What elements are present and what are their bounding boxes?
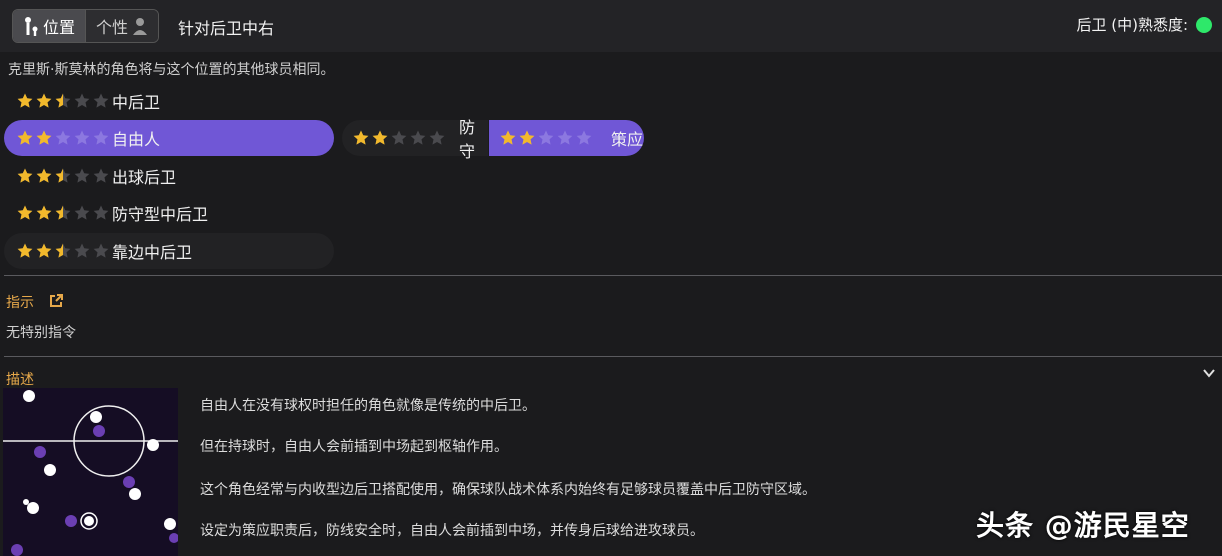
ball-icon [23, 499, 29, 505]
star-empty-icon [74, 130, 90, 145]
divider [4, 275, 1222, 276]
player-dot [129, 488, 141, 500]
tab-personality-label: 个性 [96, 18, 129, 37]
description-title: 描述 [6, 372, 34, 388]
star-empty-icon [429, 130, 445, 145]
star-rating [16, 129, 112, 147]
instructions-title: 指示 [6, 295, 34, 311]
star-filled-icon [17, 205, 33, 220]
role-note: 克里斯·斯莫林的角色将与这个位置的其他球员相同。 [8, 62, 335, 78]
star-empty-icon [93, 243, 109, 258]
star-empty-icon [93, 168, 109, 183]
star-filled-icon [36, 130, 52, 145]
star-rating [16, 92, 112, 110]
divider [4, 356, 1222, 357]
star-filled-icon [353, 130, 369, 145]
position-icon [25, 17, 38, 36]
star-empty-icon [74, 168, 90, 183]
role-item-libero[interactable]: 自由人 [4, 120, 334, 156]
star-empty-icon [74, 205, 90, 220]
player-dot [27, 502, 39, 514]
star-filled-icon [36, 205, 52, 220]
opponent-dot [11, 544, 23, 556]
star-filled-icon [17, 243, 33, 258]
tab-position[interactable]: 位置 [13, 10, 86, 42]
opponent-dot [65, 515, 77, 527]
role-movement-diagram [3, 388, 178, 556]
role-item-wide-centre-back[interactable]: 靠边中后卫 [4, 233, 334, 269]
star-half-icon [55, 243, 71, 258]
star-filled-icon [17, 168, 33, 183]
star-filled-icon [17, 93, 33, 108]
star-empty-icon [55, 130, 71, 145]
star-filled-icon [500, 130, 516, 145]
star-empty-icon [576, 130, 592, 145]
chevron-down-icon[interactable] [1202, 366, 1216, 380]
familiarity-label: 后卫 (中)熟悉度: [1076, 16, 1188, 34]
external-link-icon[interactable] [48, 293, 64, 309]
star-filled-icon [36, 93, 52, 108]
role-item-ball-playing-defender[interactable]: 出球后卫 [4, 158, 334, 194]
instructions-text: 无特别指令 [6, 325, 76, 341]
role-label: 防守型中后卫 [112, 205, 209, 224]
opponent-dot [34, 446, 46, 458]
familiarity-indicator: 后卫 (中)熟悉度: [1076, 14, 1212, 35]
star-half-icon [55, 205, 71, 220]
selected-player-dot [84, 516, 94, 526]
view-tabs: 位置 个性 [12, 9, 160, 43]
player-dot [23, 390, 35, 402]
opponent-dot [123, 476, 135, 488]
star-empty-icon [538, 130, 554, 145]
player-dot [44, 464, 56, 476]
duty-item-defend[interactable]: 防守 [342, 118, 488, 161]
star-filled-icon [17, 130, 33, 145]
star-filled-icon [36, 243, 52, 258]
star-half-icon [55, 168, 71, 183]
role-item-no-nonsense-centre-back[interactable]: 防守型中后卫 [4, 195, 334, 231]
star-filled-icon [519, 130, 535, 145]
star-empty-icon [93, 205, 109, 220]
description-line: 但在持球时，自由人会前插到中场起到枢轴作用。 [200, 439, 508, 455]
star-rating [499, 129, 595, 147]
role-item-central-defender[interactable]: 中后卫 [4, 83, 334, 119]
duty-label: 策应 [611, 130, 644, 149]
familiarity-status-dot [1196, 16, 1212, 33]
star-filled-icon [36, 168, 52, 183]
star-empty-icon [391, 130, 407, 145]
role-label: 靠边中后卫 [112, 243, 193, 262]
description-line: 设定为策应职责后，防线安全时，自由人会前插到中场，并传身后球给进攻球员。 [200, 523, 704, 539]
star-rating [16, 204, 112, 222]
role-label: 出球后卫 [112, 168, 177, 187]
role-label: 自由人 [112, 130, 161, 149]
star-empty-icon [74, 93, 90, 108]
star-empty-icon [93, 93, 109, 108]
opponent-dot [93, 425, 105, 437]
player-dot [164, 518, 176, 530]
star-filled-icon [372, 130, 388, 145]
duty-item-support[interactable]: 策应 [489, 120, 644, 156]
description-line: 这个角色经常与内收型边后卫搭配使用，确保球队战术体系内始终有足够球员覆盖中后卫防… [200, 482, 816, 498]
star-empty-icon [410, 130, 426, 145]
star-half-icon [55, 93, 71, 108]
person-icon [133, 18, 148, 35]
star-rating [16, 242, 112, 260]
tab-personality[interactable]: 个性 [85, 10, 159, 42]
watermark: 头条 @游民星空 [976, 509, 1190, 542]
star-rating [352, 129, 447, 147]
player-dot [147, 439, 159, 451]
duty-label: 防守 [459, 118, 476, 161]
player-dot [90, 411, 102, 423]
description-line: 自由人在没有球权时担任的角色就像是传统的中后卫。 [200, 398, 536, 414]
tab-position-label: 位置 [43, 18, 76, 37]
star-empty-icon [557, 130, 573, 145]
role-label: 中后卫 [112, 93, 161, 112]
page-title: 针对后卫中右 [178, 19, 275, 38]
star-empty-icon [93, 130, 109, 145]
star-empty-icon [74, 243, 90, 258]
star-rating [16, 167, 112, 185]
